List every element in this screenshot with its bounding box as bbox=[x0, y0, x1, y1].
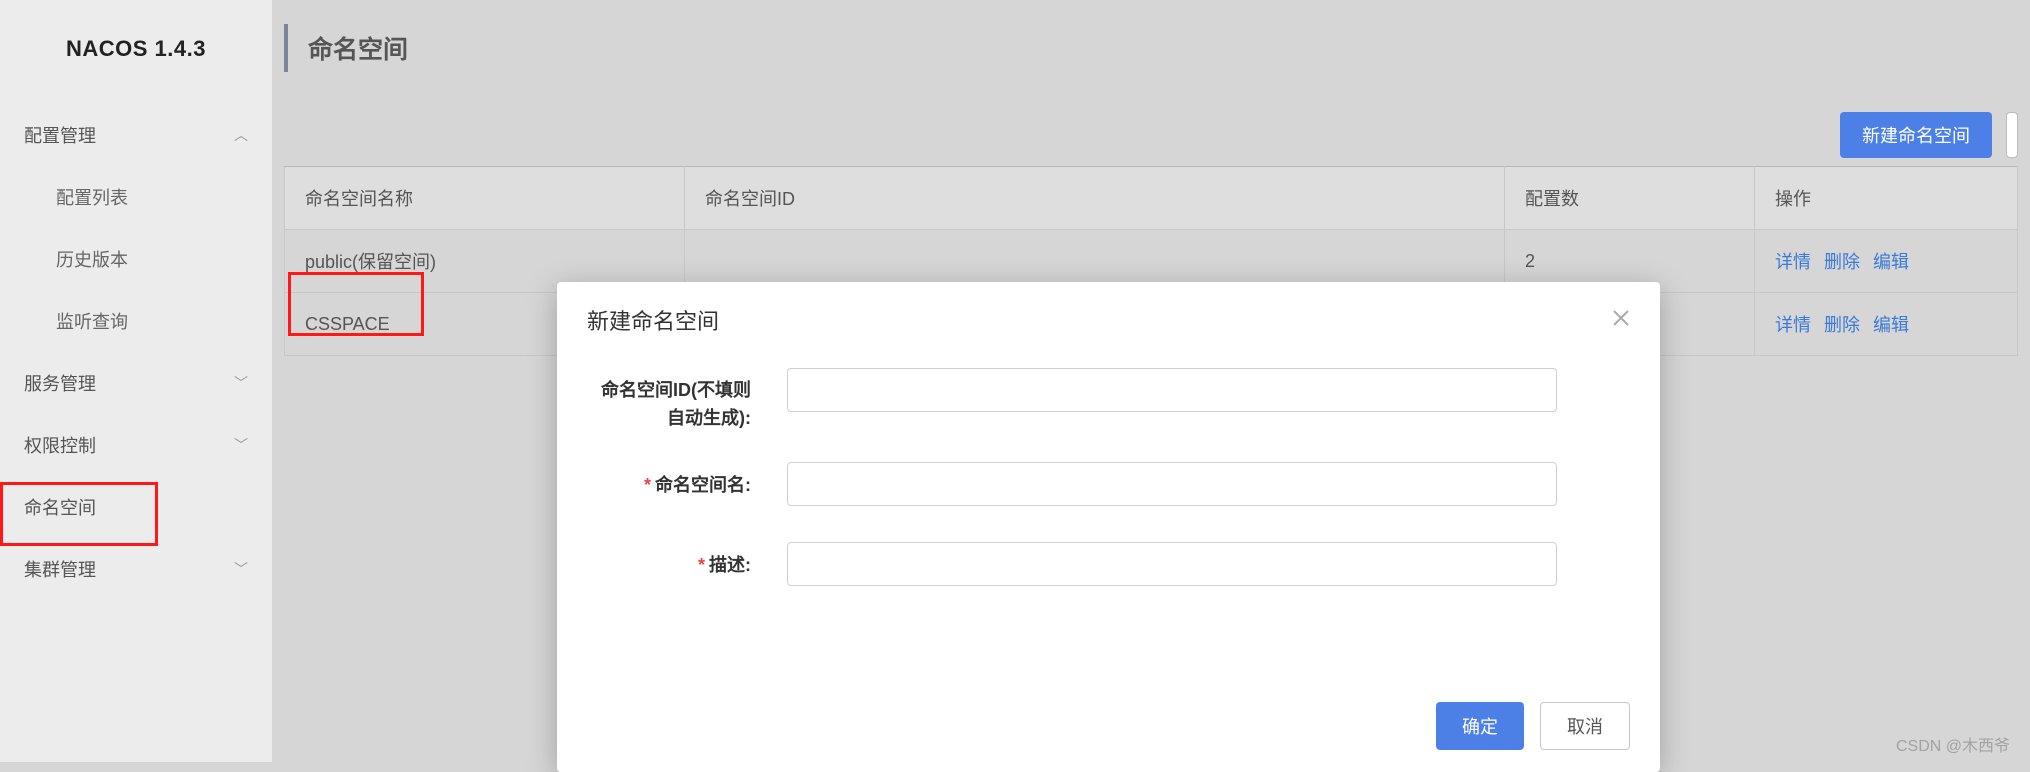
close-icon[interactable] bbox=[1612, 307, 1630, 333]
namespace-id-input[interactable] bbox=[787, 368, 1557, 412]
modal-footer: 确定 取消 bbox=[1436, 702, 1630, 750]
namespace-desc-input[interactable] bbox=[787, 542, 1557, 586]
form-row-name: *命名空间名: bbox=[587, 462, 1630, 506]
namespace-name-input[interactable] bbox=[787, 462, 1557, 506]
create-namespace-modal: 新建命名空间 命名空间ID(不填则自动生成): *命名空间名: bbox=[557, 282, 1660, 772]
form-label-name: *命名空间名: bbox=[587, 471, 757, 497]
form-label-desc: *描述: bbox=[587, 551, 757, 577]
watermark: CSDN @木西爷 bbox=[1896, 732, 2010, 756]
modal-title: 新建命名空间 bbox=[587, 304, 719, 336]
modal-header: 新建命名空间 bbox=[557, 282, 1660, 354]
ok-button[interactable]: 确定 bbox=[1436, 702, 1524, 750]
modal-body: 命名空间ID(不填则自动生成): *命名空间名: *描述: bbox=[557, 354, 1660, 586]
form-label-id: 命名空间ID(不填则自动生成): bbox=[587, 368, 757, 432]
required-icon: * bbox=[698, 555, 705, 575]
cancel-button[interactable]: 取消 bbox=[1540, 702, 1630, 750]
form-row-id: 命名空间ID(不填则自动生成): bbox=[587, 368, 1630, 432]
required-icon: * bbox=[644, 475, 651, 495]
modal-backdrop: 新建命名空间 命名空间ID(不填则自动生成): *命名空间名: bbox=[0, 0, 2030, 762]
form-row-desc: *描述: bbox=[587, 542, 1630, 586]
